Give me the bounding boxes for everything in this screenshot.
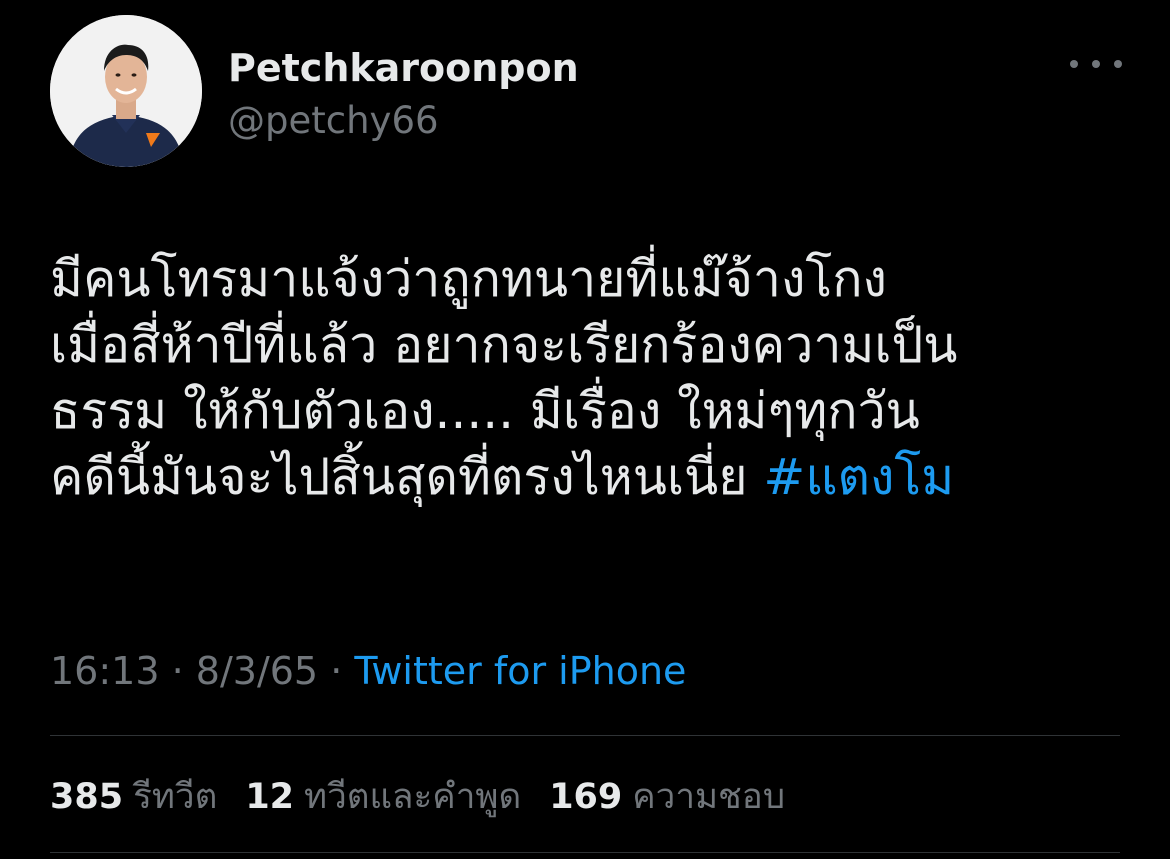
tweet-meta: 16:13 · 8/3/65 · Twitter for iPhone	[50, 648, 686, 694]
more-horizontal-icon	[1092, 60, 1100, 68]
quote-tweets-count: 12	[245, 777, 295, 817]
tweet-text-line: คดีนี้มันจะไปสิ้นสุดที่ตรงไหนเนี่ย	[50, 448, 748, 506]
profile-photo-avatar	[50, 15, 202, 167]
tweet-text-line: ธรรม ให้กับตัวเอง..... มีเรื่อง ใหม่ๆทุก…	[50, 382, 920, 440]
more-horizontal-icon	[1114, 60, 1122, 68]
retweets-count: 385	[50, 777, 124, 817]
quote-tweets-stat[interactable]: 12 ทวีตและคำพูด	[245, 775, 521, 819]
more-horizontal-icon	[1070, 60, 1078, 68]
divider	[50, 735, 1120, 736]
tweet-text-line: เมื่อสี่ห้าปีที่แล้ว อยากจะเรียกร้องความ…	[50, 316, 958, 374]
tweet-text: มีคนโทรมาแจ้งว่าถูกทนายที่แม๊จ้างโกง เมื…	[50, 246, 1130, 510]
tweet-text-line-last: คดีนี้มันจะไปสิ้นสุดที่ตรงไหนเนี่ย #แตงโ…	[50, 444, 1130, 510]
user-handle[interactable]: @petchy66	[228, 98, 439, 144]
tweet-time: 16:13	[50, 649, 160, 693]
retweets-label: รีทวีต	[133, 777, 218, 817]
likes-stat[interactable]: 169 ความชอบ	[549, 775, 785, 819]
more-options-button[interactable]	[1070, 46, 1122, 82]
hashtag-link[interactable]: #แตงโม	[763, 448, 954, 506]
likes-label: ความชอบ	[632, 777, 786, 817]
divider	[50, 852, 1120, 853]
likes-count: 169	[549, 777, 623, 817]
tweet-stats: 385 รีทวีต 12 ทวีตและคำพูด 169 ความชอบ	[50, 775, 785, 819]
retweets-stat[interactable]: 385 รีทวีต	[50, 775, 217, 819]
meta-separator: ·	[330, 649, 343, 693]
quote-tweets-label: ทวีตและคำพูด	[304, 777, 522, 817]
tweet-date: 8/3/65	[195, 649, 319, 693]
meta-separator: ·	[171, 649, 184, 693]
tweet-text-line: มีคนโทรมาแจ้งว่าถูกทนายที่แม๊จ้างโกง	[50, 250, 887, 308]
source-link[interactable]: Twitter for iPhone	[354, 649, 686, 693]
avatar[interactable]	[50, 15, 202, 167]
display-name[interactable]: Petchkaroonpon	[228, 44, 579, 92]
